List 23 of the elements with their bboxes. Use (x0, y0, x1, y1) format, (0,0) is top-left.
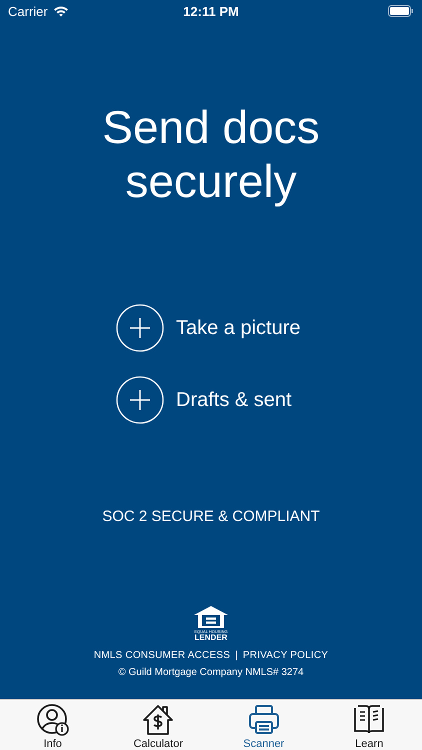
action-button[interactable]: Take a picture (116, 304, 306, 352)
battery-icon (388, 5, 414, 17)
action-button[interactable]: Drafts & sent (116, 376, 306, 424)
tab-bar-item[interactable]: Calculator (106, 700, 211, 750)
privacy-link[interactable]: PRIVACY POLICY (242, 650, 328, 661)
logo-wordmark: LENDER (194, 634, 228, 642)
printer-icon (246, 703, 281, 737)
house-dollar-icon (141, 703, 176, 737)
person-info-icon (36, 703, 70, 737)
tab-bar-item[interactable]: Scanner (211, 700, 316, 750)
plus-circle-icon (116, 376, 164, 424)
page-title: Send docs securely (101, 100, 321, 208)
wifi-icon (52, 5, 69, 17)
clock-time: 12:11 PM (183, 4, 239, 18)
nmls-link[interactable]: NMLS CONSUMER ACCESS (94, 650, 230, 661)
tab-bar-item[interactable]: Learn (316, 700, 422, 750)
link-separator: | (235, 650, 238, 661)
carrier-label: Carrier (8, 4, 48, 18)
copyright-text: © Guild Mortgage Company NMLS# 3274 (118, 667, 304, 678)
plus-circle-icon (116, 304, 164, 352)
tab-bar-item[interactable]: Info (0, 700, 106, 750)
house-icon (193, 605, 229, 629)
security-note: SOC 2 SECURE & COMPLIANT (102, 508, 320, 525)
